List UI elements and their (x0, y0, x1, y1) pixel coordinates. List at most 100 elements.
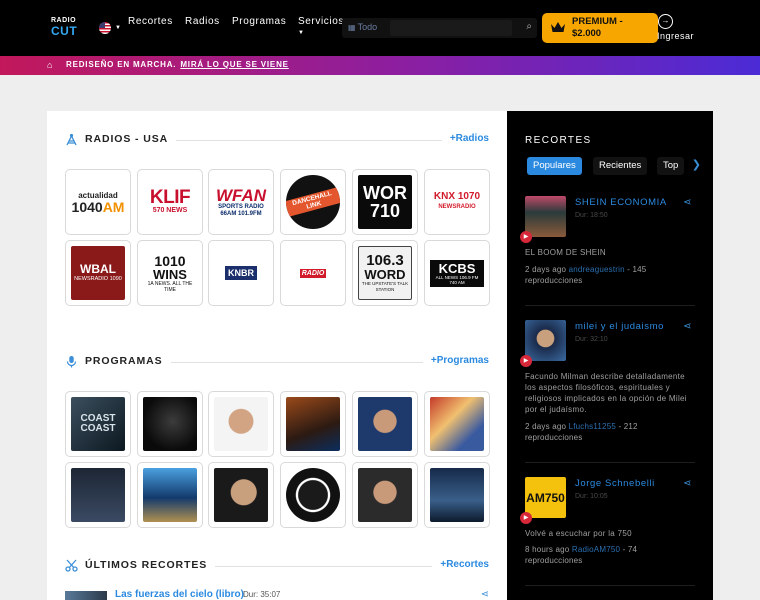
recorte-thumbnail-text: AM750 (526, 490, 565, 505)
play-icon[interactable]: ▶ (520, 512, 532, 524)
radio-logo-text: KNX 1070 (433, 191, 481, 202)
tab-populares[interactable]: Populares (527, 157, 582, 175)
radio-logo-text: 106.3 (366, 252, 404, 269)
recorte-meta: 2 days ago Lfuchs11255 - 212 reproduccio… (525, 422, 638, 442)
login-label: Ingresar (657, 31, 695, 41)
program-thumbnail (286, 397, 340, 451)
program-tile[interactable] (137, 391, 203, 457)
nav-recortes[interactable]: Recortes (128, 16, 173, 27)
search-scope-select[interactable]: ▦ Todo (348, 22, 377, 32)
radio-tile[interactable]: RADIO (280, 240, 346, 306)
chevron-right-icon[interactable]: ❯ (692, 158, 701, 171)
program-thumbnail (286, 468, 340, 522)
radio-logo-text: KNBR (225, 266, 257, 280)
radio-tile[interactable]: KNBR (208, 240, 274, 306)
premium-button[interactable]: PREMIUM - $2.000 (542, 13, 658, 43)
radiocut-logo[interactable]: RADIO CUT (51, 17, 81, 39)
radio-logo-text: SPORTS RADIO 66AM 101.9FM (218, 203, 264, 217)
program-tile[interactable] (137, 462, 203, 528)
clips-title: ÚLTIMOS RECORTES (85, 559, 216, 571)
program-thumbnail (358, 397, 412, 451)
radio-logo: DANCEHALL LINK (286, 175, 340, 229)
radio-tile[interactable]: 106.3 WORD THE UPSTATE'S TALK STATION (352, 240, 418, 306)
clip-row[interactable]: Las fuerzas del cielo (libro) Dur: 35:07… (65, 589, 489, 600)
radio-logo-text: NEWSRADIO 1090 (74, 276, 122, 282)
premium-label: PREMIUM - $2.000 (572, 16, 623, 39)
program-tile[interactable]: COAST COAST (65, 391, 131, 457)
radio-tile[interactable]: WBAL NEWSRADIO 1090 (65, 240, 131, 306)
program-tile[interactable] (352, 462, 418, 528)
antenna-icon (66, 133, 77, 146)
more-clips-link[interactable]: +Recortes (432, 559, 489, 570)
recorte-user-link[interactable]: andreaguestrin (569, 265, 625, 274)
nav-programas[interactable]: Programas (232, 16, 286, 27)
radio-logo: KCBS ALL NEWS 106.9 FM 740 AM (430, 246, 484, 300)
clips-header: ÚLTIMOS RECORTES +Recortes (65, 558, 489, 574)
play-icon[interactable]: ▶ (520, 231, 532, 243)
divider (525, 585, 695, 586)
share-icon[interactable]: ⋖ (683, 197, 691, 208)
search-icon[interactable]: ⌕ (526, 21, 532, 32)
program-tile[interactable] (65, 462, 131, 528)
program-thumbnail (143, 468, 197, 522)
program-tile[interactable] (352, 391, 418, 457)
program-thumbnail (143, 397, 197, 451)
recorte-name[interactable]: Jorge Schnebelli (575, 478, 655, 489)
play-icon[interactable]: ▶ (520, 355, 532, 367)
radio-logo-text: DANCEHALL LINK (286, 187, 340, 217)
top-navbar: RADIO CUT ▼ Recortes Radios Programas Se… (0, 0, 760, 56)
search-input[interactable] (390, 20, 512, 36)
radio-logo-text: 710 (369, 201, 401, 221)
recorte-thumbnail (525, 196, 566, 237)
radio-logo-text: RADIO (299, 268, 327, 278)
radio-tile[interactable]: DANCEHALL LINK (280, 169, 346, 235)
program-tile[interactable] (280, 462, 346, 528)
clip-thumbnail (65, 591, 107, 600)
program-tile[interactable] (208, 462, 274, 528)
radio-logo-text: WBAL (80, 262, 116, 276)
program-tile[interactable] (280, 391, 346, 457)
divider (525, 305, 695, 306)
share-icon[interactable]: ⋖ (683, 478, 691, 489)
radio-tile[interactable]: KLIF 570 NEWS (137, 169, 203, 235)
clip-duration: Dur: 35:07 (243, 590, 281, 599)
recorte-name[interactable]: SHEIN ECONOMIA (575, 197, 667, 208)
country-selector[interactable]: ▼ (99, 22, 121, 34)
radio-tile[interactable]: 1010 WINS 1A NEWS. ALL THE TIME (137, 240, 203, 306)
radio-tile[interactable]: WOR 710 (352, 169, 418, 235)
radio-tile[interactable]: actualidad 1040AM (65, 169, 131, 235)
radio-tile[interactable]: WFAN SPORTS RADIO 66AM 101.9FM (208, 169, 274, 235)
radio-logo: KNBR (214, 246, 268, 300)
share-icon[interactable]: ⋖ (481, 589, 489, 600)
program-tile[interactable] (424, 462, 490, 528)
program-tile[interactable] (208, 391, 274, 457)
share-icon[interactable]: ⋖ (683, 321, 691, 332)
program-thumbnail (214, 468, 268, 522)
radio-logo-text: WORD (364, 267, 406, 282)
promo-message: REDISEÑO EN MARCHA. (66, 60, 177, 69)
tab-top[interactable]: Top (657, 157, 685, 175)
promo-link[interactable]: MIRÁ LO QUE SE VIENE (180, 60, 288, 69)
program-thumbnail (430, 397, 484, 451)
radio-tile[interactable]: KNX 1070 NEWSRADIO (424, 169, 490, 235)
recorte-description: Facundo Milman describe detalladamente l… (525, 372, 687, 414)
nav-radios[interactable]: Radios (185, 16, 220, 27)
radio-logo-text: ALL NEWS 106.9 FM 740 AM (435, 274, 479, 285)
clip-title[interactable]: Las fuerzas del cielo (libro) (115, 589, 244, 600)
tab-recientes[interactable]: Recientes (593, 157, 648, 175)
more-programs-link[interactable]: +Programas (422, 355, 489, 366)
nav-servicios[interactable]: Servicios ▼ (298, 16, 344, 36)
microphone-icon (66, 356, 77, 368)
recortes-sidebar: RECORTES Populares Recientes Top ❯ ▶ SHE… (507, 111, 713, 600)
recorte-meta: 8 hours ago RadioAM750 - 74 reproduccion… (525, 545, 638, 565)
radio-tile[interactable]: KCBS ALL NEWS 106.9 FM 740 AM (424, 240, 490, 306)
more-radios-link[interactable]: +Radios (441, 133, 489, 144)
crown-icon (551, 22, 565, 32)
recorte-name[interactable]: milei y el judaismo (575, 321, 664, 332)
sidebar-tabs: Populares Recientes Top ❯ (525, 157, 701, 175)
recorte-user-link[interactable]: Lfuchs11255 (569, 422, 616, 431)
program-tile[interactable] (424, 391, 490, 457)
radio-logo-text: THE UPSTATE'S TALK STATION (361, 281, 409, 292)
radio-logo: 1010 WINS 1A NEWS. ALL THE TIME (143, 246, 197, 300)
recorte-user-link[interactable]: RadioAM750 (572, 545, 620, 554)
